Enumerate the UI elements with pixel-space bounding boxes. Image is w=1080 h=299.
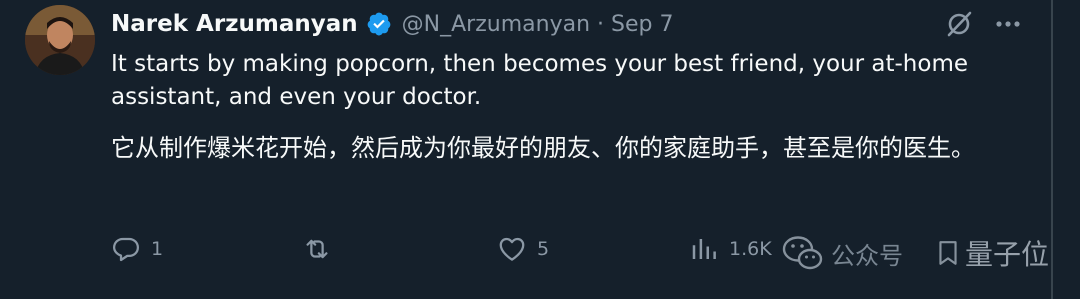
watermark-wechat: 公众号 bbox=[781, 233, 903, 273]
watermark-brand: 量子位 bbox=[935, 233, 1049, 273]
like-count: 5 bbox=[537, 238, 550, 260]
tweet[interactable]: Narek Arzumanyan @N_Arzumanyan · Sep 7 I… bbox=[0, 0, 1080, 299]
avatar[interactable] bbox=[25, 5, 95, 75]
reply-icon bbox=[113, 237, 139, 262]
views-count: 1.6K bbox=[729, 238, 772, 260]
profile-photo bbox=[25, 5, 95, 75]
views-button[interactable]: 1.6K bbox=[689, 234, 772, 264]
like-button[interactable]: 5 bbox=[497, 234, 549, 264]
verified-badge-icon bbox=[367, 12, 391, 36]
retweet-icon bbox=[306, 239, 328, 259]
header-actions bbox=[944, 9, 1022, 39]
watermark-brand-name: 量子位 bbox=[965, 238, 1050, 271]
tweet-text-english: It starts by making popcorn, then become… bbox=[111, 51, 969, 110]
tweet-text-chinese: 它从制作爆米花开始，然后成为你最好的朋友、你的家庭助手，甚至是你的医生。 bbox=[111, 134, 975, 162]
header-separator: · bbox=[597, 11, 605, 37]
reply-button[interactable]: 1 bbox=[111, 234, 163, 264]
more-icon[interactable] bbox=[994, 10, 1022, 38]
column-divider bbox=[1051, 0, 1053, 299]
wechat-icon bbox=[782, 236, 823, 270]
views-icon bbox=[692, 239, 716, 259]
reply-count: 1 bbox=[151, 238, 164, 260]
author-handle[interactable]: @N_Arzumanyan bbox=[402, 12, 590, 37]
author-name[interactable]: Narek Arzumanyan bbox=[111, 11, 358, 37]
tweet-date[interactable]: Sep 7 bbox=[611, 12, 673, 37]
heart-icon bbox=[499, 237, 525, 261]
retweet-button[interactable] bbox=[302, 234, 342, 264]
grok-icon[interactable] bbox=[944, 9, 974, 39]
bookmark-icon[interactable] bbox=[935, 239, 961, 267]
watermark-wechat-label: 公众号 bbox=[831, 241, 903, 270]
tweet-header: Narek Arzumanyan @N_Arzumanyan · Sep 7 bbox=[111, 9, 673, 39]
